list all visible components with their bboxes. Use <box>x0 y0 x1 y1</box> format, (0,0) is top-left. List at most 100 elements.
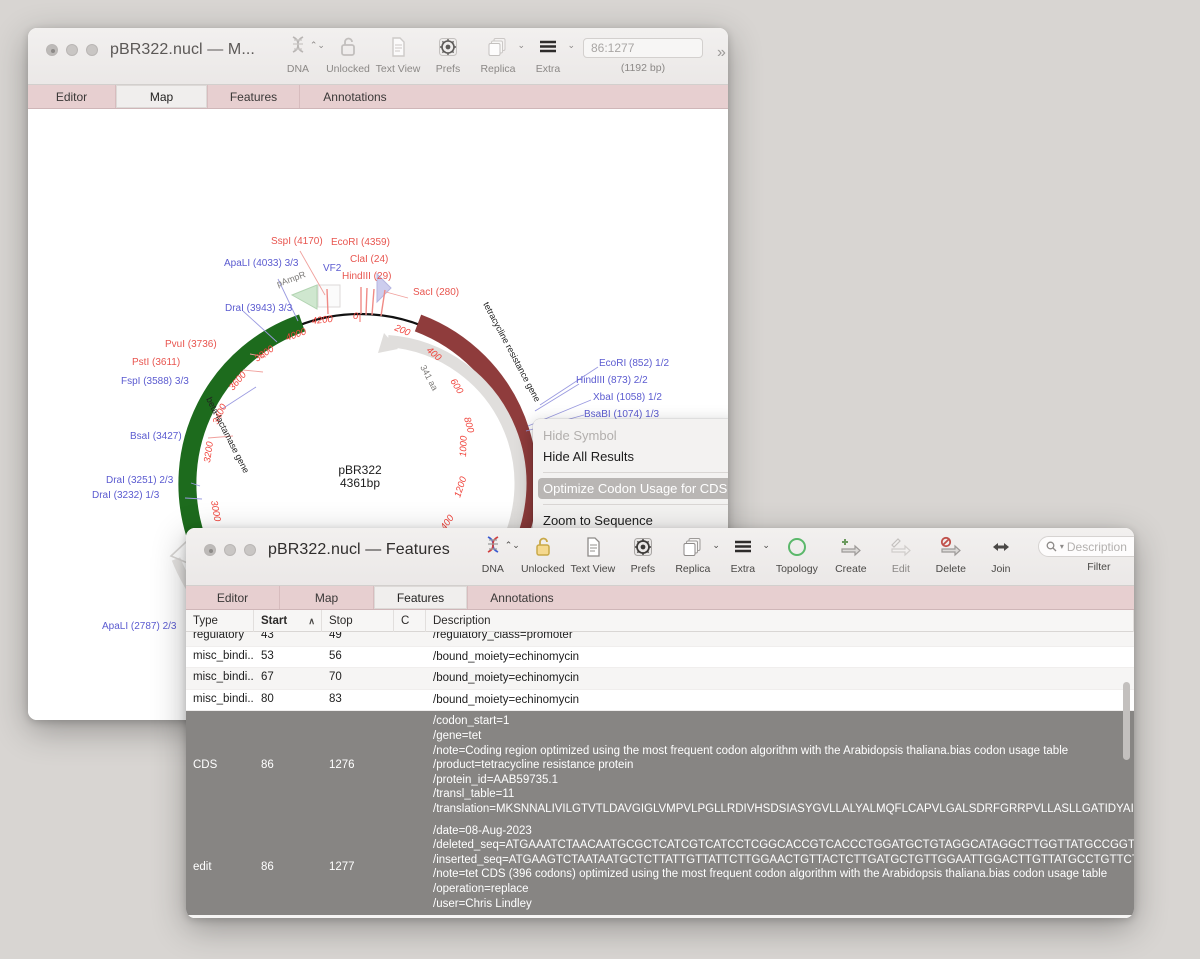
tab-map[interactable]: Map <box>116 85 208 108</box>
tick-0: 0 <box>353 311 359 322</box>
tick-3200: 3200 <box>202 440 216 463</box>
toolbar-label-topology: Topology <box>775 563 818 575</box>
features-window[interactable]: pBR322.nucl — Features DNA ⌃⌄ Unlocked T… <box>186 528 1134 918</box>
cutsite-ecori-852: EcoRI (852) 1/2 <box>599 358 669 369</box>
zoom-button[interactable] <box>86 44 98 56</box>
coordinate-input[interactable]: 86:1277 <box>582 38 703 58</box>
features-toolbar[interactable]: DNA ⌃⌄ Unlocked Text View Prefs Replica … <box>468 528 1026 575</box>
toolbar-item-text-view[interactable]: Text View <box>373 34 423 75</box>
menu-item-hide-all-results[interactable]: Hide All Results <box>533 446 728 467</box>
cell-type: gene <box>186 915 254 918</box>
toolbar-item-dna[interactable]: DNA ⌃⌄ <box>273 34 325 75</box>
close-button[interactable] <box>46 44 58 56</box>
toolbar-item-text-view[interactable]: Text View <box>568 534 618 575</box>
cell-type: misc_bindi... <box>193 671 254 684</box>
cell-c <box>394 915 426 918</box>
tab-map[interactable]: Map <box>280 586 374 609</box>
close-button[interactable] <box>204 544 216 556</box>
minimize-button[interactable] <box>66 44 78 56</box>
column-header-stop[interactable]: Stop <box>322 609 394 632</box>
cutsite-saci: SacI (280) <box>413 287 459 298</box>
map-window-tabs[interactable]: Editor Map Features Annotations <box>28 85 728 109</box>
cutsite-hindiii-873: HindIII (873) 2/2 <box>576 375 648 386</box>
table-row[interactable]: misc_bindi... 80 83 /bound_moiety=echino… <box>186 690 1134 712</box>
chevron-down-icon[interactable]: ⌄ <box>567 40 575 51</box>
toolbar-label-dna: DNA <box>286 63 310 75</box>
toolbar-item-topology[interactable]: Topology <box>768 534 826 575</box>
chevron-down-icon[interactable]: ▾ <box>1060 542 1064 551</box>
toolbar-item-unlocked[interactable]: Unlocked <box>518 534 568 575</box>
cell-description: /date=08-Aug-2023 /deleted_seq=ATGAAATCT… <box>426 821 1134 915</box>
search-icon <box>1046 541 1057 552</box>
cell-c <box>394 690 426 711</box>
toolbar-label-prefs: Prefs <box>630 563 656 575</box>
table-row[interactable]: misc_bindi... 67 70 /bound_moiety=echino… <box>186 668 1134 690</box>
table-row[interactable]: misc_bindi... 53 56 /bound_moiety=echino… <box>186 647 1134 669</box>
qualifier-line: /codon_start=1 <box>433 715 510 728</box>
map-toolbar[interactable]: DNA ⌃⌄ Unlocked Text View Prefs Replica … <box>273 28 575 75</box>
column-header-type[interactable]: Type <box>186 609 254 632</box>
plasmid-size: 4361bp <box>340 476 380 490</box>
cell-type: misc_bindi... <box>193 692 254 705</box>
toolbar-item-join[interactable]: Join <box>976 534 1026 575</box>
table-row-selected[interactable]: edit 86 1277 /date=08-Aug-2023 /deleted_… <box>186 820 1134 916</box>
toolbar-item-replica[interactable]: Replica ⌄ <box>668 534 720 575</box>
map-window-titlebar[interactable]: pBR322.nucl — M... DNA ⌃⌄ Unlocked Text … <box>28 28 728 85</box>
menu-item-optimize-codon-usage[interactable]: Optimize Codon Usage for CDS... <box>538 478 728 499</box>
toolbar-item-prefs[interactable]: Prefs <box>423 34 473 75</box>
toolbar-item-edit[interactable]: Edit <box>876 534 926 575</box>
feature-label-341aa: 341 aa <box>418 363 440 392</box>
table-column-headers[interactable]: Type Start ∧ Stop C Description <box>186 609 1134 632</box>
toolbar-item-unlocked[interactable]: Unlocked <box>323 34 373 75</box>
cutsite-pvui: PvuI (3736) <box>165 339 217 350</box>
toolbar-overflow-button[interactable]: » <box>717 28 726 62</box>
toolbar-item-dna[interactable]: DNA ⌃⌄ <box>468 534 520 575</box>
qualifier-line: /product=tetracycline resistance protein <box>433 759 634 772</box>
window-controls[interactable] <box>28 28 98 56</box>
window-controls[interactable] <box>186 528 256 556</box>
gear-icon <box>423 34 473 60</box>
minimize-button[interactable] <box>224 544 236 556</box>
tick-1200: 1200 <box>452 475 469 499</box>
toolbar-item-create[interactable]: Create <box>826 534 876 575</box>
tab-annotations[interactable]: Annotations <box>300 85 410 108</box>
features-window-titlebar[interactable]: pBR322.nucl — Features DNA ⌃⌄ Unlocked T… <box>186 528 1134 586</box>
toolbar-item-extra[interactable]: Extra ⌄ <box>718 534 770 575</box>
toolbar-item-extra[interactable]: Extra ⌄ <box>523 34 575 75</box>
tab-editor[interactable]: Editor <box>186 586 280 609</box>
column-header-description[interactable]: Description <box>426 609 1134 632</box>
tick-800: 800 <box>461 416 476 435</box>
table-row-selected[interactable]: CDS 86 1276 /codon_start=1 /gene=tet /no… <box>186 711 1134 821</box>
toolbar-item-replica[interactable]: Replica ⌄ <box>473 34 525 75</box>
cell-description: /codon_start=1 /gene=tet /note=Coding re… <box>426 711 1134 819</box>
toolbar-item-prefs[interactable]: Prefs <box>618 534 668 575</box>
features-table-body[interactable]: regulatory 43 49 /regulatory_class=promo… <box>186 632 1134 918</box>
toolbar-label-prefs: Prefs <box>435 63 461 75</box>
tab-annotations[interactable]: Annotations <box>468 586 576 609</box>
tab-editor[interactable]: Editor <box>28 85 116 108</box>
column-header-start[interactable]: Start ∧ <box>254 609 322 632</box>
vertical-scrollbar[interactable] <box>1123 682 1130 760</box>
feature-label-pampr: pAmpR <box>275 269 307 289</box>
sort-ascending-icon: ∧ <box>308 615 315 626</box>
cutsite-ecori-4359: EcoRI (4359) <box>331 237 390 248</box>
cell-stop: 49 <box>329 632 342 642</box>
toolbar-label-replica: Replica <box>675 563 711 575</box>
cutsite-drai-3232: DraI (3232) 1/3 <box>92 490 160 501</box>
features-window-tabs[interactable]: Editor Map Features Annotations <box>186 586 1134 610</box>
filter-control[interactable]: ▾ Description Filter <box>1037 528 1134 573</box>
join-arrows-icon <box>976 534 1026 560</box>
table-row[interactable]: gene 86 1276 /gene=tet <box>186 915 1134 918</box>
qualifier-line: /protein_id=AAB59735.1 <box>433 773 559 786</box>
menu-item-hide-symbol[interactable]: Hide Symbol <box>533 425 728 446</box>
filter-input[interactable]: ▾ Description <box>1037 536 1134 557</box>
toolbar-item-delete[interactable]: Delete <box>926 534 976 575</box>
zoom-button[interactable] <box>244 544 256 556</box>
document-icon <box>373 34 423 60</box>
table-row[interactable]: regulatory 43 49 /regulatory_class=promo… <box>186 632 1134 647</box>
column-header-c[interactable]: C <box>394 609 426 632</box>
tab-features[interactable]: Features <box>208 85 300 108</box>
coordinate-display[interactable]: 86:1277 (1192 bp) <box>582 28 703 74</box>
tab-features[interactable]: Features <box>374 586 468 609</box>
cell-description: /bound_moiety=echinomycin <box>426 647 1134 668</box>
